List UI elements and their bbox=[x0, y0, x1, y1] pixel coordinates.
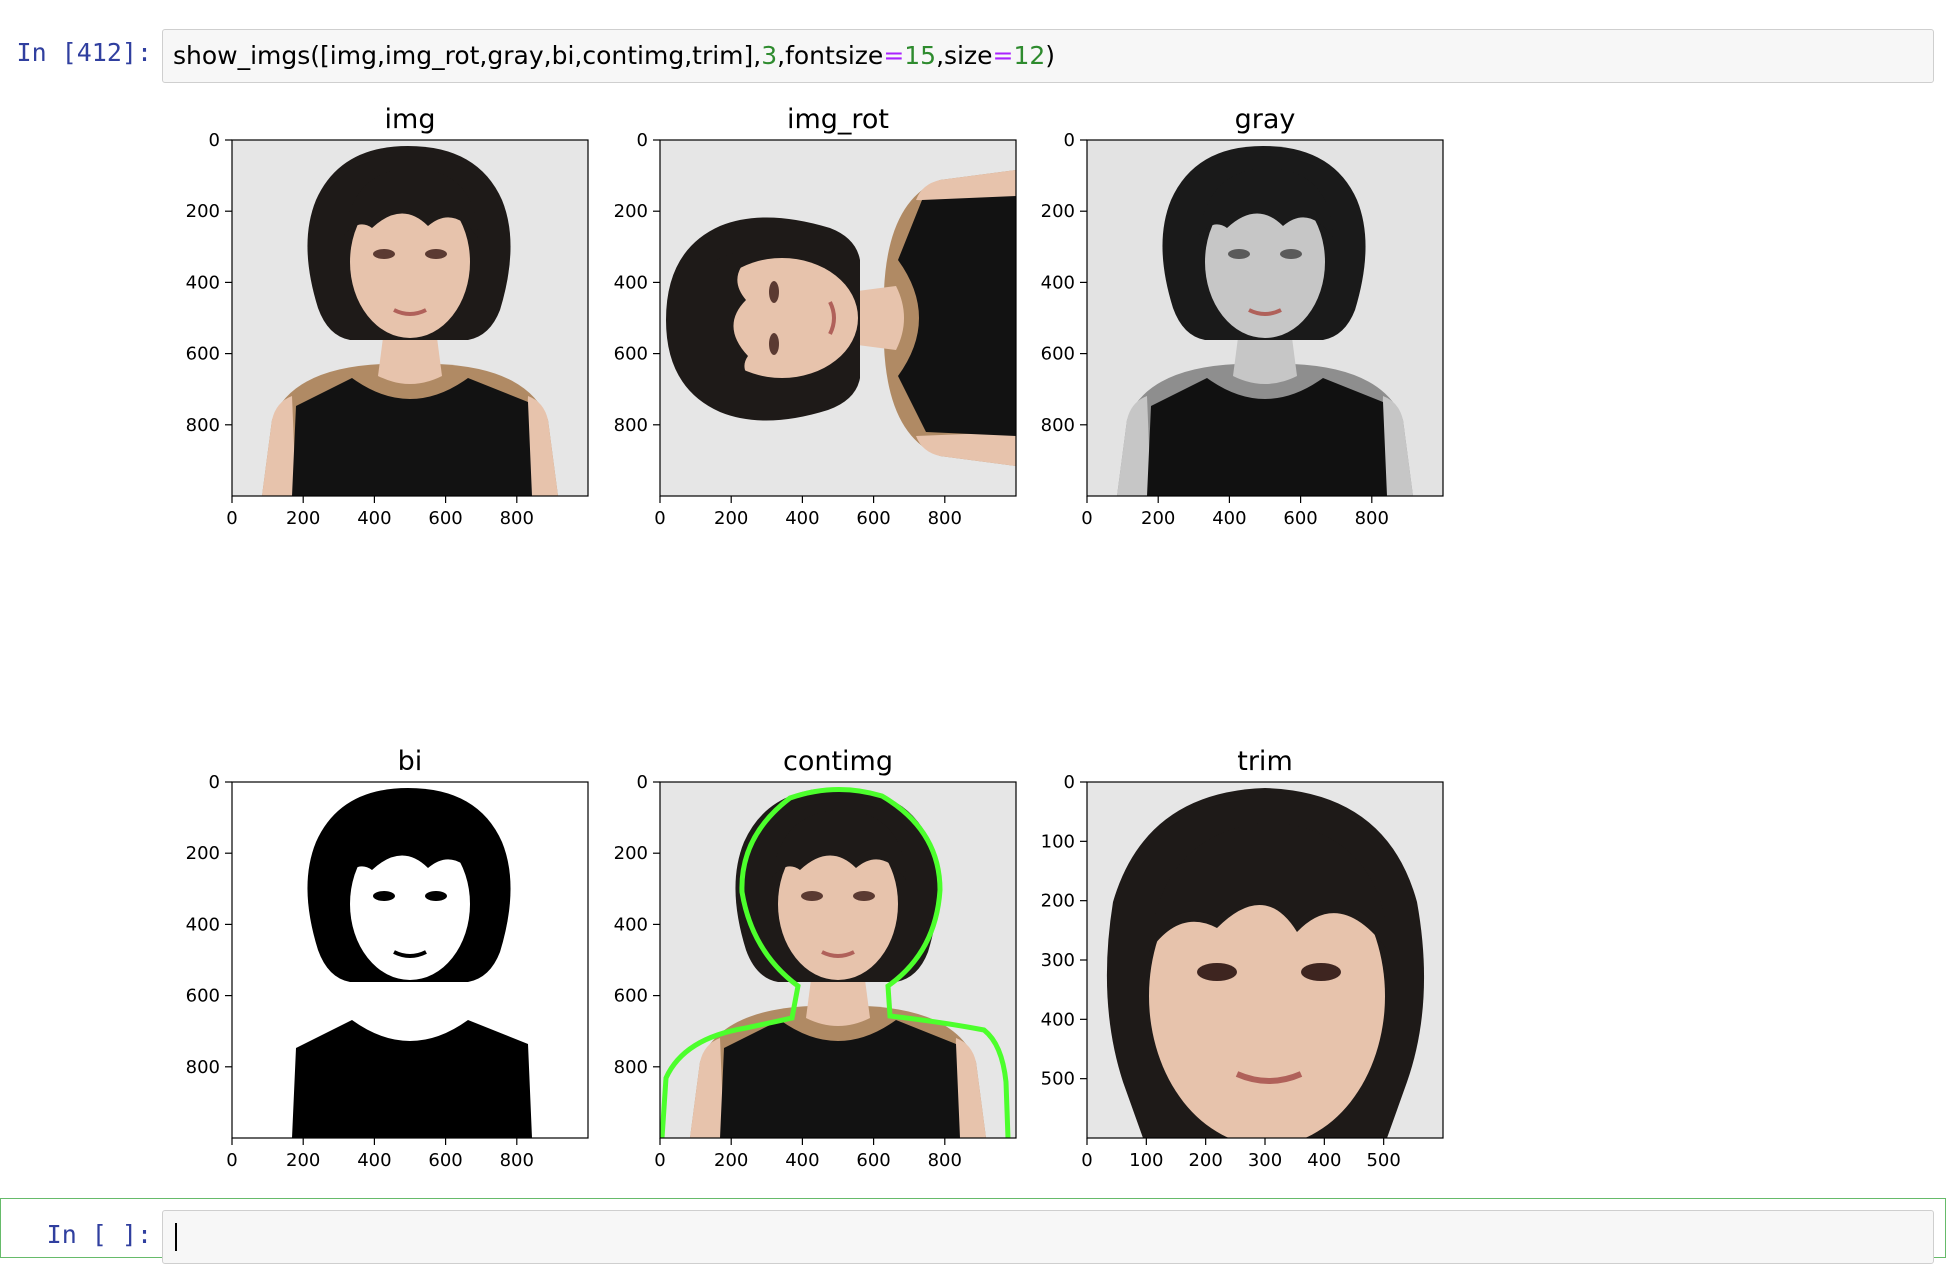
y-tick-label: 200 bbox=[614, 843, 648, 864]
subplot-image bbox=[232, 782, 588, 1138]
y-tick-label: 600 bbox=[614, 986, 648, 1007]
y-tick-label: 0 bbox=[637, 130, 648, 151]
y-tick-label: 800 bbox=[186, 415, 220, 436]
y-tick-label: 400 bbox=[186, 914, 220, 935]
subplot-title: gray bbox=[1235, 104, 1296, 135]
subplot-title: bi bbox=[398, 746, 423, 777]
y-tick-label: 100 bbox=[1041, 831, 1075, 852]
x-tick-label: 600 bbox=[428, 1150, 462, 1171]
input-prompt-empty: In [ ]: bbox=[46, 1220, 152, 1249]
y-tick-label: 400 bbox=[1041, 272, 1075, 293]
subplot-trim: trim 0 100 200 300 400 500 0 100 200 300 400 500 bbox=[1041, 746, 1444, 1171]
x-tick-label: 0 bbox=[226, 1150, 237, 1171]
x-tick-label: 500 bbox=[1366, 1150, 1400, 1171]
subplot-gray: gray 0 200 400 600 800 0 200 400 600 800 bbox=[1041, 104, 1444, 529]
x-tick-label: 0 bbox=[654, 508, 665, 529]
y-tick-label: 800 bbox=[614, 1057, 648, 1078]
left-eye bbox=[373, 891, 395, 901]
x-tick-label: 600 bbox=[428, 508, 462, 529]
y-tick-label: 600 bbox=[186, 986, 220, 1007]
subplot-title: img bbox=[385, 104, 436, 135]
x-tick-label: 200 bbox=[1141, 508, 1175, 529]
left-eye bbox=[373, 249, 395, 259]
y-tick-label: 800 bbox=[186, 1057, 220, 1078]
right-eye bbox=[1301, 963, 1341, 981]
y-tick-label: 400 bbox=[614, 914, 648, 935]
x-tick-label: 600 bbox=[856, 508, 890, 529]
left-eye bbox=[801, 891, 823, 901]
left-eye bbox=[1197, 963, 1237, 981]
y-tick-label: 800 bbox=[1041, 415, 1075, 436]
y-tick-label: 800 bbox=[614, 415, 648, 436]
x-tick-label: 200 bbox=[286, 508, 320, 529]
x-tick-label: 0 bbox=[226, 508, 237, 529]
y-tick-label: 200 bbox=[614, 201, 648, 222]
y-tick-label: 400 bbox=[614, 272, 648, 293]
x-tick-label: 400 bbox=[357, 1150, 391, 1171]
subplot-contimg: contimg 0 200 400 600 800 0 200 400 600 800 bbox=[614, 746, 1017, 1171]
output-figure: img 0 200 400 600 800 0 200 400 600 800 img_rot 0 200… bbox=[186, 104, 1444, 1171]
right-eye bbox=[425, 891, 447, 901]
subplot-image bbox=[232, 140, 588, 496]
x-tick-label: 0 bbox=[1081, 508, 1092, 529]
right-eye bbox=[853, 891, 875, 901]
subplot-image bbox=[1087, 782, 1443, 1138]
y-tick-label: 0 bbox=[209, 130, 220, 151]
x-tick-label: 0 bbox=[1081, 1150, 1092, 1171]
x-tick-label: 0 bbox=[654, 1150, 665, 1171]
y-tick-label: 0 bbox=[1064, 130, 1075, 151]
x-tick-label: 800 bbox=[928, 508, 962, 529]
empty-code-cell-input[interactable] bbox=[162, 1210, 1934, 1264]
subplot-img_rot: img_rot 0 200 400 600 800 0 200 400 600 800 bbox=[614, 104, 1017, 529]
subplot-title: contimg bbox=[783, 746, 893, 777]
left-eye bbox=[1228, 249, 1250, 259]
y-tick-label: 600 bbox=[1041, 344, 1075, 365]
subplot-title: img_rot bbox=[787, 104, 889, 135]
x-tick-label: 400 bbox=[1307, 1150, 1341, 1171]
x-tick-label: 600 bbox=[856, 1150, 890, 1171]
subplot-image bbox=[660, 140, 1016, 496]
x-tick-label: 400 bbox=[1212, 508, 1246, 529]
text-cursor bbox=[175, 1223, 177, 1251]
x-tick-label: 600 bbox=[1283, 508, 1317, 529]
y-tick-label: 300 bbox=[1041, 950, 1075, 971]
x-tick-label: 100 bbox=[1129, 1150, 1163, 1171]
subplot-image bbox=[660, 782, 1016, 1138]
x-tick-label: 200 bbox=[1188, 1150, 1222, 1171]
y-tick-label: 0 bbox=[1064, 772, 1075, 793]
subplot-bi: bi 0 200 400 600 800 0 200 400 600 800 bbox=[186, 746, 589, 1171]
x-tick-label: 200 bbox=[714, 1150, 748, 1171]
x-tick-label: 800 bbox=[1355, 508, 1389, 529]
y-tick-label: 400 bbox=[1041, 1009, 1075, 1030]
x-tick-label: 400 bbox=[357, 508, 391, 529]
subplot-image bbox=[1087, 140, 1443, 496]
x-tick-label: 800 bbox=[500, 508, 534, 529]
x-tick-label: 200 bbox=[286, 1150, 320, 1171]
left-eye bbox=[769, 333, 779, 355]
x-tick-label: 800 bbox=[500, 1150, 534, 1171]
y-tick-label: 400 bbox=[186, 272, 220, 293]
subplot-img: img 0 200 400 600 800 0 200 400 600 800 bbox=[186, 104, 589, 529]
x-tick-label: 200 bbox=[714, 508, 748, 529]
x-tick-label: 400 bbox=[785, 1150, 819, 1171]
x-tick-label: 300 bbox=[1248, 1150, 1282, 1171]
y-tick-label: 0 bbox=[637, 772, 648, 793]
right-eye bbox=[1280, 249, 1302, 259]
y-tick-label: 0 bbox=[209, 772, 220, 793]
y-tick-label: 600 bbox=[614, 344, 648, 365]
subplot-title: trim bbox=[1237, 746, 1293, 777]
right-eye bbox=[425, 249, 447, 259]
y-tick-label: 200 bbox=[186, 201, 220, 222]
right-eye bbox=[769, 281, 779, 303]
y-tick-label: 200 bbox=[186, 843, 220, 864]
x-tick-label: 400 bbox=[785, 508, 819, 529]
y-tick-label: 500 bbox=[1041, 1069, 1075, 1090]
y-tick-label: 600 bbox=[186, 344, 220, 365]
y-tick-label: 200 bbox=[1041, 201, 1075, 222]
y-tick-label: 200 bbox=[1041, 891, 1075, 912]
x-tick-label: 800 bbox=[928, 1150, 962, 1171]
